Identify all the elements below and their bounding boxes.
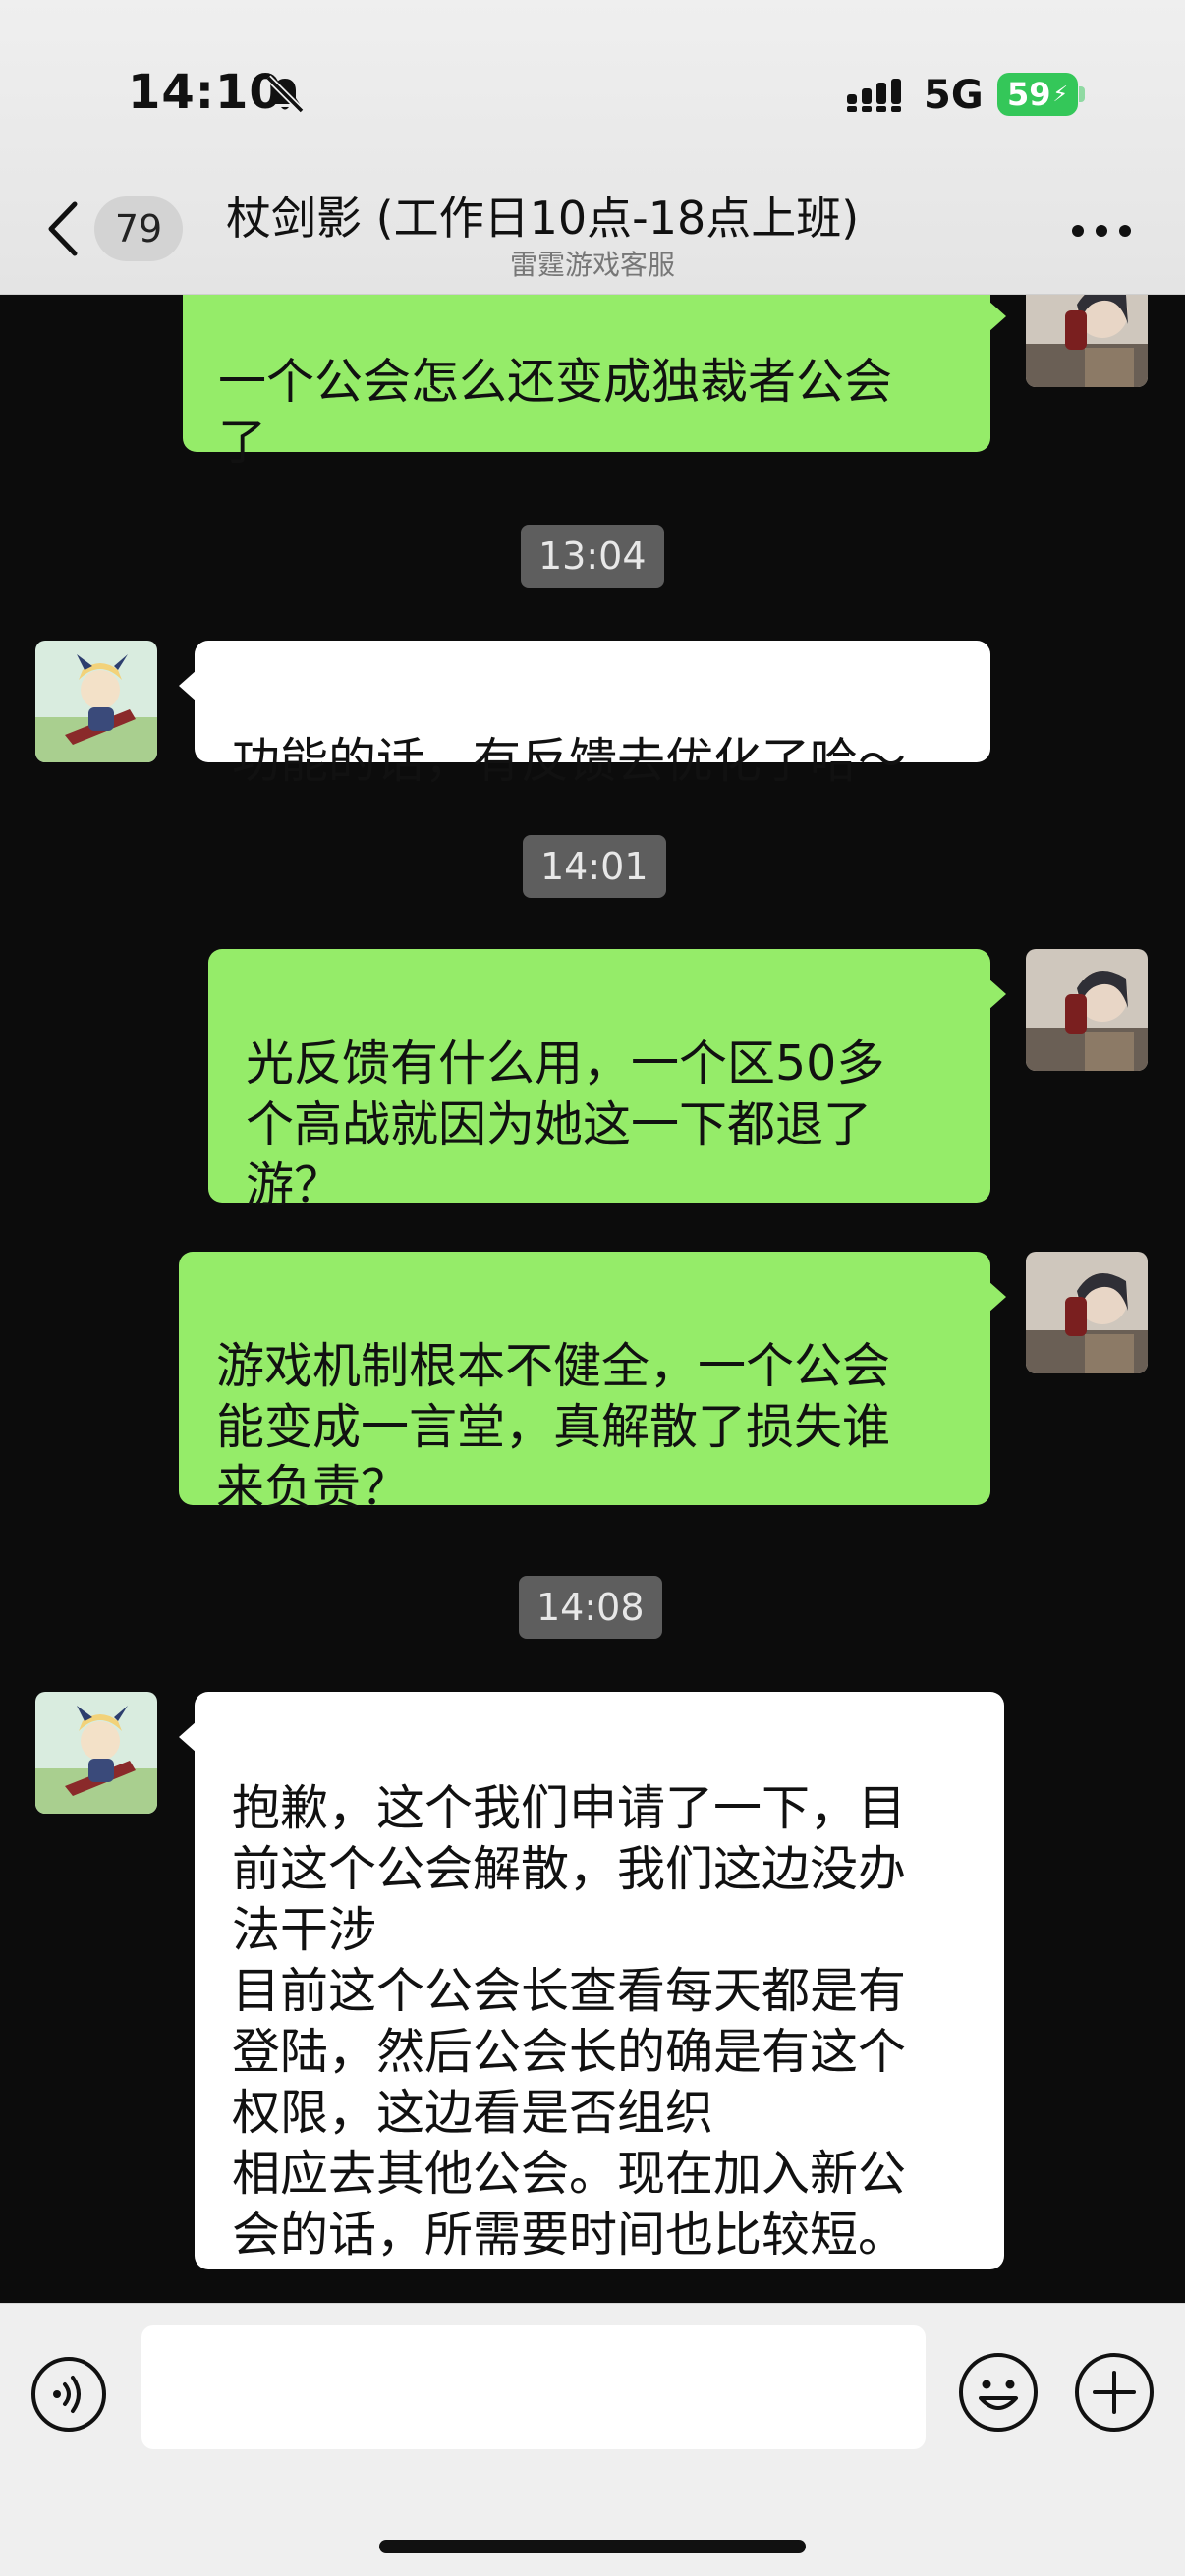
message-outgoing[interactable]: 光反馈有什么用，一个区50多 个高战就因为她这一下都退了 游？ [208,949,1006,1213]
charging-icon: ⚡ [1052,82,1068,107]
message-input[interactable] [141,2325,926,2449]
emoji-icon[interactable] [957,2351,1040,2434]
message-text: 光反馈有什么用，一个区50多 个高战就因为她这一下都退了 游？ [246,1036,885,1213]
message-text: 抱歉，这个我们申请了一下，目 前这个公会解散，我们这边没办 法干涉 目前这个公会… [232,1780,907,2263]
battery-level: 59 [1007,76,1051,113]
timestamp: 13:04 [521,525,664,588]
message-text: 游戏机制根本不健全，一个公会 能变成一言堂，真解散了损失谁 来负责？ [216,1338,891,1516]
self-avatar-image [1026,1252,1148,1373]
support-avatar-image [35,641,157,762]
chat-subtitle: 雷霆游戏客服 [509,249,675,281]
avatar-self[interactable] [1026,1252,1148,1373]
chat-header: 14:10 5G 59 ⚡ 79 杖剑影 (工作日10点-18点上班) 雷霆游戏… [0,0,1185,295]
avatar-self[interactable] [1026,949,1148,1071]
timestamp: 14:01 [523,835,666,898]
signal-bars-icon [847,79,901,112]
network-type: 5G [924,73,984,118]
avatar-self[interactable] [1026,295,1148,387]
message-list[interactable]: 一个公会怎么还变成独裁者公会 了 13:04 功能的话，有反馈去优化了哈～ 14… [0,295,1185,2303]
self-avatar-image [1026,949,1148,1071]
message-incoming[interactable]: 功能的话，有反馈去优化了哈～ [179,641,990,789]
battery-cap [1079,86,1085,102]
status-time: 14:10 [128,65,283,120]
avatar-support[interactable] [35,1692,157,1814]
message-text: 一个公会怎么还变成独裁者公会 了 [218,354,893,471]
message-text: 功能的话，有反馈去优化了哈～ [232,733,907,789]
timestamp: 14:08 [519,1576,662,1639]
input-bar [0,2303,1185,2576]
battery-indicator: 59 ⚡ [997,73,1078,116]
message-outgoing[interactable]: 一个公会怎么还变成独裁者公会 了 [183,295,1006,471]
message-incoming[interactable]: 抱歉，这个我们申请了一下，目 前这个公会解散，我们这边没办 法干涉 目前这个公会… [179,1692,1004,2269]
plus-icon[interactable] [1073,2351,1156,2434]
self-avatar-image [1026,295,1148,387]
voice-icon[interactable] [29,2355,108,2434]
chat-title: 杖剑影 (工作日10点-18点上班) [226,192,860,245]
home-indicator[interactable] [379,2540,806,2553]
chat-screen: 14:10 5G 59 ⚡ 79 杖剑影 (工作日10点-18点上班) 雷霆游戏… [0,0,1185,2576]
message-outgoing[interactable]: 游戏机制根本不健全，一个公会 能变成一言堂，真解散了损失谁 来负责？ [179,1252,1006,1516]
ellipsis-icon[interactable] [1071,224,1132,238]
bell-slash-icon [265,75,305,114]
avatar-support[interactable] [35,641,157,762]
support-avatar-image [35,1692,157,1814]
